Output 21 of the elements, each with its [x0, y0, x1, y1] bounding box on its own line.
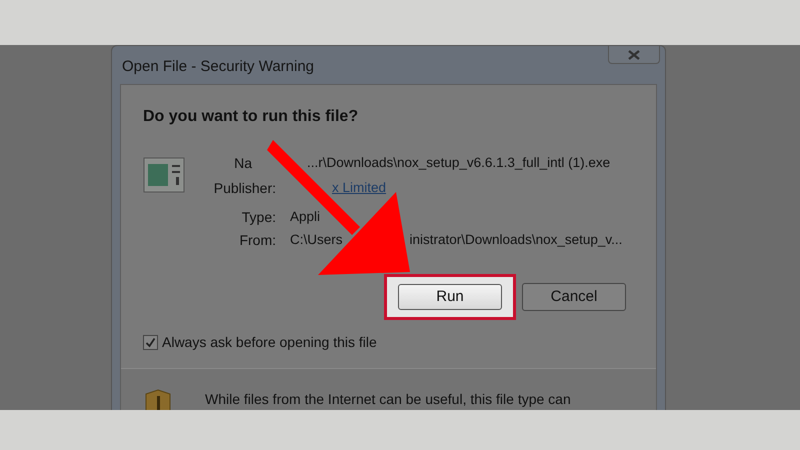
field-value: inistrator\Downloads\nox_setup_v... [410, 232, 622, 248]
shield-icon [145, 389, 171, 410]
close-icon [627, 50, 641, 60]
field-label: From: [239, 232, 276, 248]
field-label: Na [234, 155, 252, 171]
publisher-link[interactable]: x Limited [332, 180, 386, 196]
field-label: Publisher: [214, 180, 276, 196]
checkbox[interactable] [143, 335, 158, 350]
field-value: C:\Users [290, 232, 343, 248]
field-label: Type: [242, 209, 276, 225]
window-title: Open File - Security Warning [122, 57, 314, 77]
checkbox-label: Always ask before opening this file [162, 333, 377, 352]
run-button[interactable]: Run [398, 284, 502, 310]
field-value: ...r\Downloads\nox_setup_v6.6.1.3_full_intl (1).exe [307, 155, 610, 171]
warning-text: While files from the Internet can be useful, this file type can [205, 390, 571, 409]
field-value: Appli [290, 209, 320, 225]
cancel-button[interactable]: Cancel [522, 283, 626, 311]
dialog-heading: Do you want to run this file? [143, 107, 360, 127]
file-icon [143, 157, 185, 193]
close-button[interactable] [608, 46, 660, 64]
checkmark-icon [145, 337, 156, 348]
